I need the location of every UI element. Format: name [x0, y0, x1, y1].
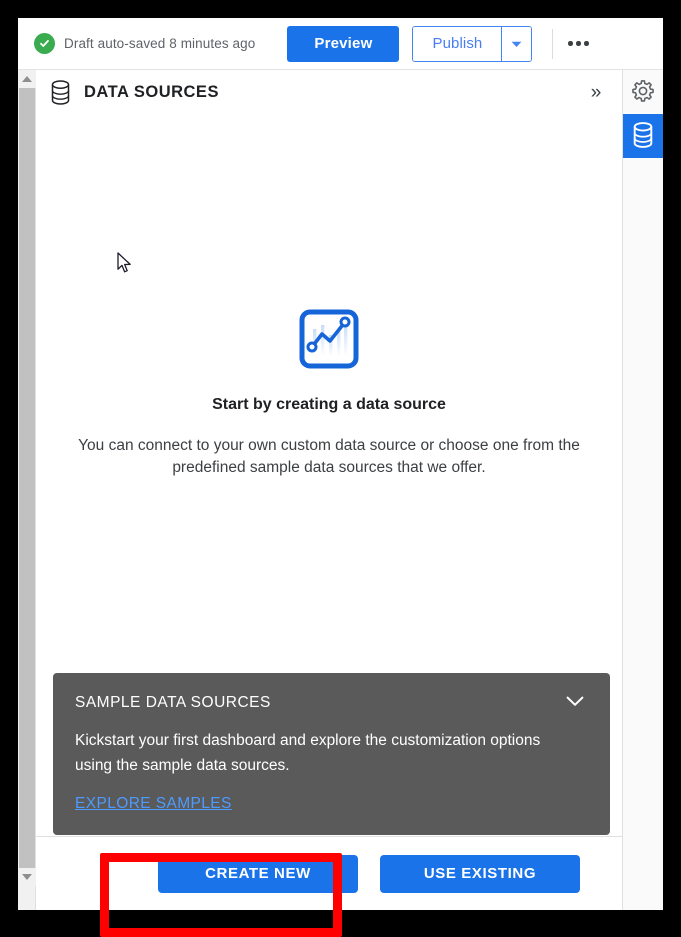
more-options-button[interactable] [559, 26, 597, 62]
sample-card-title: SAMPLE DATA SOURCES [75, 693, 271, 711]
draft-status: Draft auto-saved 8 minutes ago [34, 33, 255, 54]
toolbar-divider [552, 28, 554, 59]
panel-header: DATA SOURCES » [36, 70, 622, 115]
database-icon [632, 121, 654, 151]
sample-card-header: SAMPLE DATA SOURCES [75, 692, 588, 714]
use-existing-button[interactable]: USE EXISTING [380, 854, 580, 893]
gear-icon [631, 79, 655, 106]
publish-dropdown-button[interactable] [501, 26, 532, 61]
preview-button[interactable]: Preview [287, 25, 400, 62]
chevron-double-right-icon[interactable]: » [582, 79, 610, 107]
top-toolbar: Draft auto-saved 8 minutes ago Preview P… [18, 18, 663, 70]
sample-card-collapse-button[interactable] [562, 692, 588, 714]
panel-footer: CREATE NEW USE EXISTING [36, 836, 622, 910]
more-horizontal-icon [568, 41, 573, 46]
line-chart-icon [297, 307, 361, 371]
empty-state-description: You can connect to your own custom data … [78, 437, 580, 476]
caret-down-icon [511, 36, 522, 51]
triangle-up-icon [22, 76, 32, 82]
empty-state-title: Start by creating a data source [212, 396, 446, 413]
page-title: DATA SOURCES [84, 83, 219, 101]
sample-data-sources-card: SAMPLE DATA SOURCES Kickstart your first… [53, 672, 610, 835]
sidebar-item-data-sources[interactable] [623, 114, 663, 158]
check-circle-icon [34, 33, 55, 54]
create-new-button[interactable]: CREATE NEW [158, 854, 358, 893]
scroll-up-button[interactable] [18, 70, 36, 88]
data-sources-panel: DATA SOURCES » Start by creating a data … [36, 70, 623, 910]
right-sidebar [623, 70, 663, 910]
scroll-down-button[interactable] [18, 868, 36, 886]
sample-card-description: Kickstart your first dashboard and explo… [75, 731, 541, 774]
database-icon [50, 80, 71, 105]
more-horizontal-icon [584, 41, 589, 46]
draft-status-text: Draft auto-saved 8 minutes ago [64, 36, 256, 51]
publish-button-group: Publish [412, 25, 533, 62]
more-horizontal-icon [576, 41, 581, 46]
screenshot-root: Draft auto-saved 8 minutes ago Preview P… [0, 0, 681, 937]
triangle-down-icon [22, 874, 32, 880]
publish-button[interactable]: Publish [413, 26, 502, 61]
chevron-down-icon [566, 695, 584, 710]
vertical-scrollbar[interactable] [18, 70, 36, 910]
sidebar-item-settings[interactable] [623, 70, 663, 114]
scrollbar-thumb[interactable] [19, 88, 35, 868]
panel-body: DATA SOURCES » Start by creating a data … [18, 70, 663, 910]
explore-samples-link[interactable]: EXPLORE SAMPLES [75, 795, 232, 813]
